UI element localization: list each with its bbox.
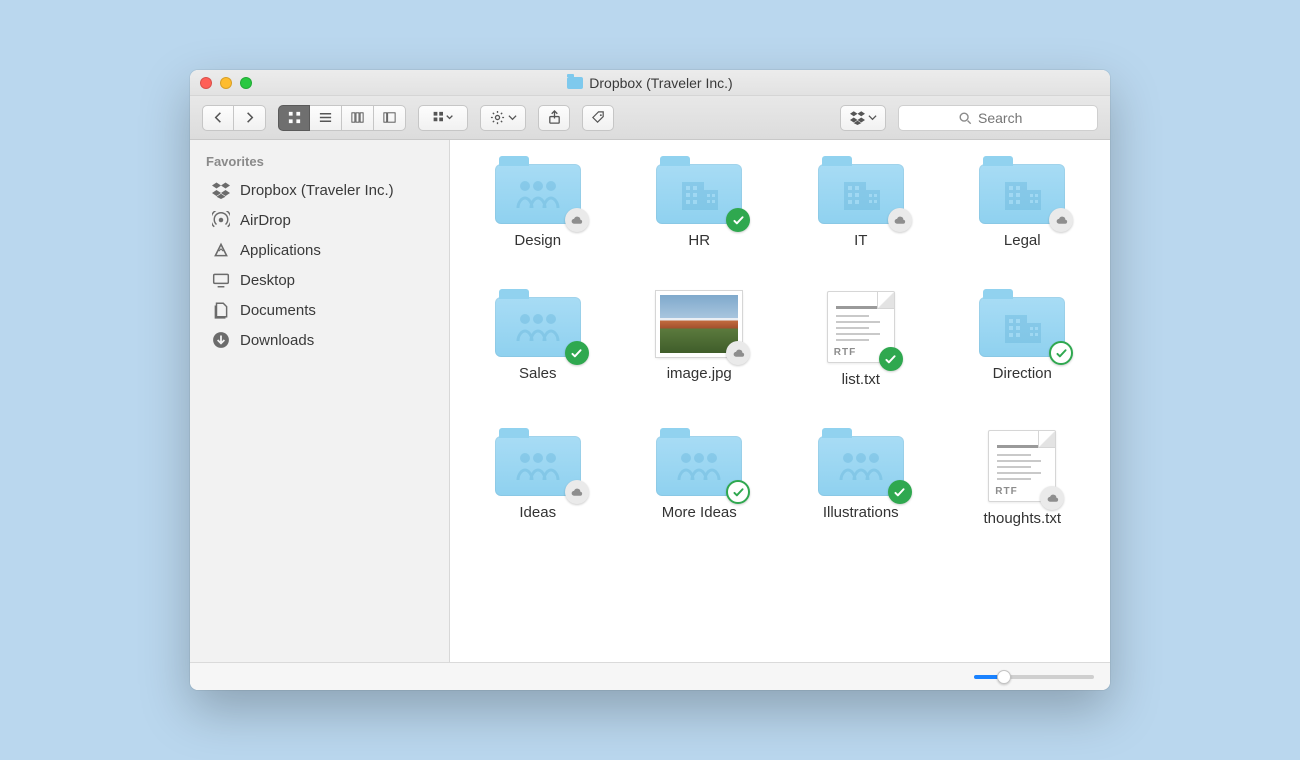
- file-name-label: More Ideas: [662, 504, 737, 521]
- file-name-label: Ideas: [519, 504, 556, 521]
- back-button[interactable]: [202, 105, 234, 131]
- file-browser[interactable]: Design HR IT Legal Sales image.jpg RTF list.txt…: [450, 140, 1110, 662]
- file-item[interactable]: Illustrations: [785, 430, 937, 527]
- file-name-label: Direction: [993, 365, 1052, 382]
- share-button[interactable]: [538, 105, 570, 131]
- desktop-icon: [212, 271, 230, 289]
- file-item[interactable]: IT: [785, 158, 937, 249]
- applications-icon: [212, 241, 230, 259]
- sidebar-item[interactable]: Desktop: [190, 265, 449, 295]
- cloud-badge-icon: [888, 208, 912, 232]
- file-name-label: HR: [688, 232, 710, 249]
- file-item[interactable]: image.jpg: [624, 291, 776, 388]
- sidebar-item[interactable]: Downloads: [190, 325, 449, 355]
- titlebar[interactable]: Dropbox (Traveler Inc.): [190, 70, 1110, 96]
- icon-size-slider[interactable]: [974, 675, 1094, 679]
- file-name-label: list.txt: [842, 371, 880, 388]
- sidebar-item-label: Desktop: [240, 272, 295, 289]
- search-input[interactable]: [978, 110, 1038, 126]
- zoom-window-button[interactable]: [240, 77, 252, 89]
- sidebar-item[interactable]: Documents: [190, 295, 449, 325]
- search-icon: [958, 111, 972, 125]
- file-item[interactable]: Legal: [947, 158, 1099, 249]
- gallery-view-button[interactable]: [374, 105, 406, 131]
- action-button[interactable]: [480, 105, 526, 131]
- file-item[interactable]: HR: [624, 158, 776, 249]
- file-item[interactable]: Direction: [947, 291, 1099, 388]
- window-title: Dropbox (Traveler Inc.): [589, 75, 732, 91]
- sidebar-item-label: AirDrop: [240, 212, 291, 229]
- file-name-label: Illustrations: [823, 504, 899, 521]
- synced-badge-icon: [879, 347, 903, 371]
- cloud-badge-icon: [565, 208, 589, 232]
- forward-button[interactable]: [234, 105, 266, 131]
- toolbar: [190, 96, 1110, 140]
- sidebar-item-label: Downloads: [240, 332, 314, 349]
- synced-badge-icon: [1049, 341, 1073, 365]
- file-name-label: Legal: [1004, 232, 1041, 249]
- dropbox-icon: [212, 181, 230, 199]
- file-name-label: image.jpg: [667, 365, 732, 382]
- dropbox-toolbar-button[interactable]: [840, 105, 886, 131]
- file-item[interactable]: Sales: [462, 291, 614, 388]
- sidebar-item[interactable]: Dropbox (Traveler Inc.): [190, 175, 449, 205]
- file-extension-label: RTF: [834, 347, 856, 358]
- sidebar-item-label: Dropbox (Traveler Inc.): [240, 182, 394, 199]
- synced-badge-icon: [888, 480, 912, 504]
- sidebar: Favorites Dropbox (Traveler Inc.) AirDrop…: [190, 140, 450, 662]
- minimize-window-button[interactable]: [220, 77, 232, 89]
- airdrop-icon: [212, 211, 230, 229]
- synced-badge-icon: [565, 341, 589, 365]
- synced-badge-icon: [726, 480, 750, 504]
- sidebar-heading: Favorites: [190, 150, 449, 175]
- downloads-icon: [212, 331, 230, 349]
- search-field[interactable]: [898, 105, 1098, 131]
- icon-view-button[interactable]: [278, 105, 310, 131]
- file-name-label: Sales: [519, 365, 557, 382]
- view-buttons: [278, 105, 406, 131]
- synced-badge-icon: [726, 208, 750, 232]
- file-extension-label: RTF: [995, 486, 1017, 497]
- cloud-badge-icon: [565, 480, 589, 504]
- title-folder-icon: [567, 77, 583, 89]
- documents-icon: [212, 301, 230, 319]
- finder-window: Dropbox (Traveler Inc.) Favorites Dropbo…: [190, 70, 1110, 690]
- cloud-badge-icon: [1040, 486, 1064, 510]
- file-name-label: thoughts.txt: [983, 510, 1061, 527]
- nav-buttons: [202, 105, 266, 131]
- file-item[interactable]: More Ideas: [624, 430, 776, 527]
- tags-button[interactable]: [582, 105, 614, 131]
- file-item[interactable]: Ideas: [462, 430, 614, 527]
- file-item[interactable]: RTF thoughts.txt: [947, 430, 1099, 527]
- file-item[interactable]: RTF list.txt: [785, 291, 937, 388]
- cloud-badge-icon: [726, 341, 750, 365]
- arrange-button[interactable]: [418, 105, 468, 131]
- cloud-badge-icon: [1049, 208, 1073, 232]
- list-view-button[interactable]: [310, 105, 342, 131]
- status-bar: [190, 662, 1110, 690]
- close-window-button[interactable]: [200, 77, 212, 89]
- column-view-button[interactable]: [342, 105, 374, 131]
- sidebar-item-label: Documents: [240, 302, 316, 319]
- file-item[interactable]: Design: [462, 158, 614, 249]
- sidebar-item[interactable]: AirDrop: [190, 205, 449, 235]
- file-name-label: Design: [514, 232, 561, 249]
- slider-knob[interactable]: [997, 670, 1011, 684]
- file-name-label: IT: [854, 232, 867, 249]
- sidebar-item-label: Applications: [240, 242, 321, 259]
- sidebar-item[interactable]: Applications: [190, 235, 449, 265]
- window-controls: [200, 77, 252, 89]
